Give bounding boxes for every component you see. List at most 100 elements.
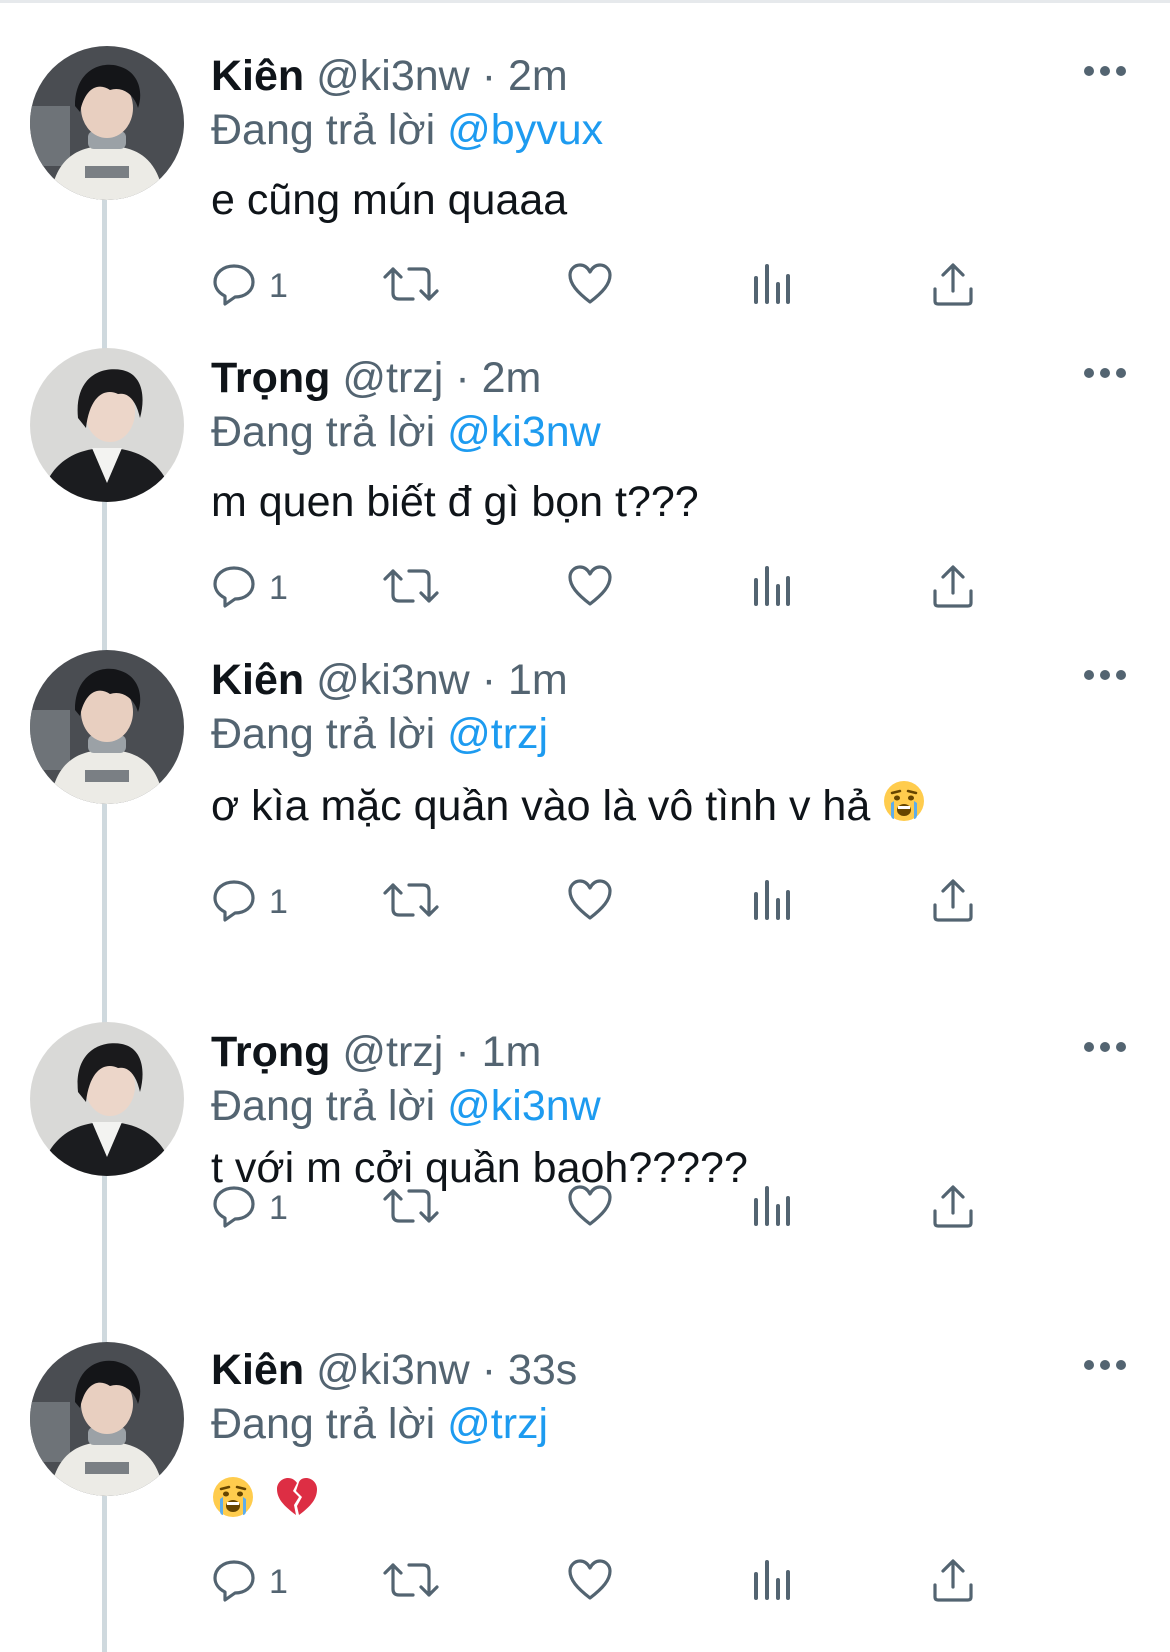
retweet-icon [383, 1557, 439, 1608]
more-dots-icon[interactable] [1083, 660, 1127, 690]
timestamp[interactable]: 2m [508, 52, 568, 100]
avatar-kien[interactable] [30, 650, 184, 804]
separator-dot: · [481, 1346, 497, 1394]
author-handle[interactable]: @ki3nw [316, 52, 470, 100]
tweet-text: ơ kìa mặc quần vào là vô tình v hả [211, 776, 926, 839]
like-icon [567, 878, 613, 927]
author-handle[interactable]: @trzj [342, 354, 443, 402]
mention-link[interactable]: @byvux [447, 106, 603, 154]
like-button[interactable] [567, 1552, 613, 1612]
reply-count: 1 [269, 266, 288, 305]
analytics-button[interactable] [752, 1178, 792, 1238]
analytics-button[interactable] [752, 1552, 792, 1612]
tweet[interactable]: Kiên @ki3nw · 33s Đang trả lời @trzj 1 [0, 1264, 1170, 1652]
replying-to-label: Đang trả lời [211, 106, 436, 154]
more-dots-icon[interactable] [1083, 1350, 1127, 1380]
avatar-trong[interactable] [30, 348, 184, 502]
tweet[interactable]: Kiên @ki3nw · 2m Đang trả lời @byvux e c… [0, 0, 1170, 318]
tweet-header: Trọng @trzj · 2m [211, 348, 541, 408]
tweet[interactable]: Kiên @ki3nw · 1m Đang trả lời @trzj ơ kì… [0, 604, 1170, 944]
separator-dot: · [481, 52, 497, 100]
action-bar: 1 [211, 1552, 1041, 1612]
more-dots-icon[interactable] [1083, 56, 1127, 86]
share-button[interactable] [931, 1552, 975, 1612]
replying-to-label: Đang trả lời [211, 408, 436, 456]
replying-to-label: Đang trả lời [211, 710, 436, 758]
action-bar: 1 [211, 1178, 1041, 1238]
author-handle[interactable]: @trzj [342, 1028, 443, 1076]
share-icon [931, 1557, 975, 1608]
reply-icon [211, 1183, 257, 1234]
like-icon [567, 1558, 613, 1607]
action-bar: 1 [211, 872, 1041, 932]
tweet-text: e cũng mún quaaa [211, 176, 568, 224]
author-name[interactable]: Kiên [211, 656, 304, 704]
author-handle[interactable]: @ki3nw [316, 1346, 470, 1394]
analytics-icon [752, 1558, 792, 1607]
replying-to: Đang trả lời @byvux [211, 100, 603, 160]
reply-button[interactable]: 1 [211, 872, 288, 932]
avatar-kien[interactable] [30, 1342, 184, 1496]
replying-to-label: Đang trả lời [211, 1082, 436, 1130]
reply-icon [211, 1557, 257, 1608]
separator-dot: · [455, 354, 470, 402]
author-handle[interactable]: @ki3nw [316, 656, 470, 704]
timestamp[interactable]: 1m [482, 1028, 542, 1076]
more-dots-icon[interactable] [1083, 1032, 1127, 1062]
reply-count: 1 [269, 568, 288, 607]
reply-count: 1 [269, 1188, 288, 1227]
reply-icon [211, 877, 257, 928]
tweet-header: Kiên @ki3nw · 2m [211, 46, 568, 106]
reply-count: 1 [269, 882, 288, 921]
analytics-button[interactable] [752, 872, 792, 932]
reply-button[interactable]: 1 [211, 1552, 288, 1612]
share-button[interactable] [931, 872, 975, 932]
timestamp[interactable]: 1m [508, 656, 568, 704]
replying-to-label: Đang trả lời [211, 1400, 436, 1448]
mention-link[interactable]: @ki3nw [447, 1082, 601, 1130]
retweet-button[interactable] [383, 1178, 439, 1238]
author-name[interactable]: Trọng [211, 1028, 330, 1076]
crying-face-emoji [211, 1475, 255, 1535]
tweet[interactable]: Trọng @trzj · 2m Đang trả lời @ki3nw m q… [0, 302, 1170, 620]
share-icon [931, 1183, 975, 1234]
crying-face-emoji [882, 779, 926, 839]
like-button[interactable] [567, 872, 613, 932]
share-button[interactable] [931, 1178, 975, 1238]
author-name[interactable]: Kiên [211, 52, 304, 100]
mention-link[interactable]: @trzj [447, 710, 548, 758]
author-name[interactable]: Kiên [211, 1346, 304, 1394]
tweet-text-content: ơ kìa mặc quần vào là vô tình v hả [211, 782, 871, 830]
tweet[interactable]: Trọng @trzj · 1m Đang trả lời @ki3nw t v… [0, 944, 1170, 1262]
tweet-header: Trọng @trzj · 1m [211, 1022, 541, 1082]
retweet-icon [383, 877, 439, 928]
timestamp[interactable]: 2m [482, 354, 542, 402]
tweet-header: Kiên @ki3nw · 33s [211, 1340, 577, 1400]
avatar-kien[interactable] [30, 46, 184, 200]
mention-link[interactable]: @ki3nw [447, 408, 601, 456]
replying-to: Đang trả lời @ki3nw [211, 402, 601, 462]
separator-dot: · [455, 1028, 470, 1076]
tweet-header: Kiên @ki3nw · 1m [211, 650, 568, 710]
tweet-text: m quen biết đ gì bọn t??? [211, 478, 699, 526]
separator-dot: · [481, 656, 497, 704]
replying-to: Đang trả lời @trzj [211, 1394, 548, 1454]
reply-count: 1 [269, 1562, 288, 1601]
broken-heart-emoji [275, 1475, 319, 1535]
timestamp[interactable]: 33s [508, 1346, 577, 1394]
more-dots-icon[interactable] [1083, 358, 1127, 388]
reply-button[interactable]: 1 [211, 1178, 288, 1238]
replying-to: Đang trả lời @trzj [211, 704, 548, 764]
share-icon [931, 877, 975, 928]
retweet-button[interactable] [383, 872, 439, 932]
author-name[interactable]: Trọng [211, 354, 330, 402]
retweet-icon [383, 1183, 439, 1234]
like-icon [567, 1184, 613, 1233]
analytics-icon [752, 1184, 792, 1233]
retweet-button[interactable] [383, 1552, 439, 1612]
avatar-trong[interactable] [30, 1022, 184, 1176]
tweet-text [211, 1472, 319, 1535]
like-button[interactable] [567, 1178, 613, 1238]
replying-to: Đang trả lời @ki3nw [211, 1076, 601, 1136]
mention-link[interactable]: @trzj [447, 1400, 548, 1448]
